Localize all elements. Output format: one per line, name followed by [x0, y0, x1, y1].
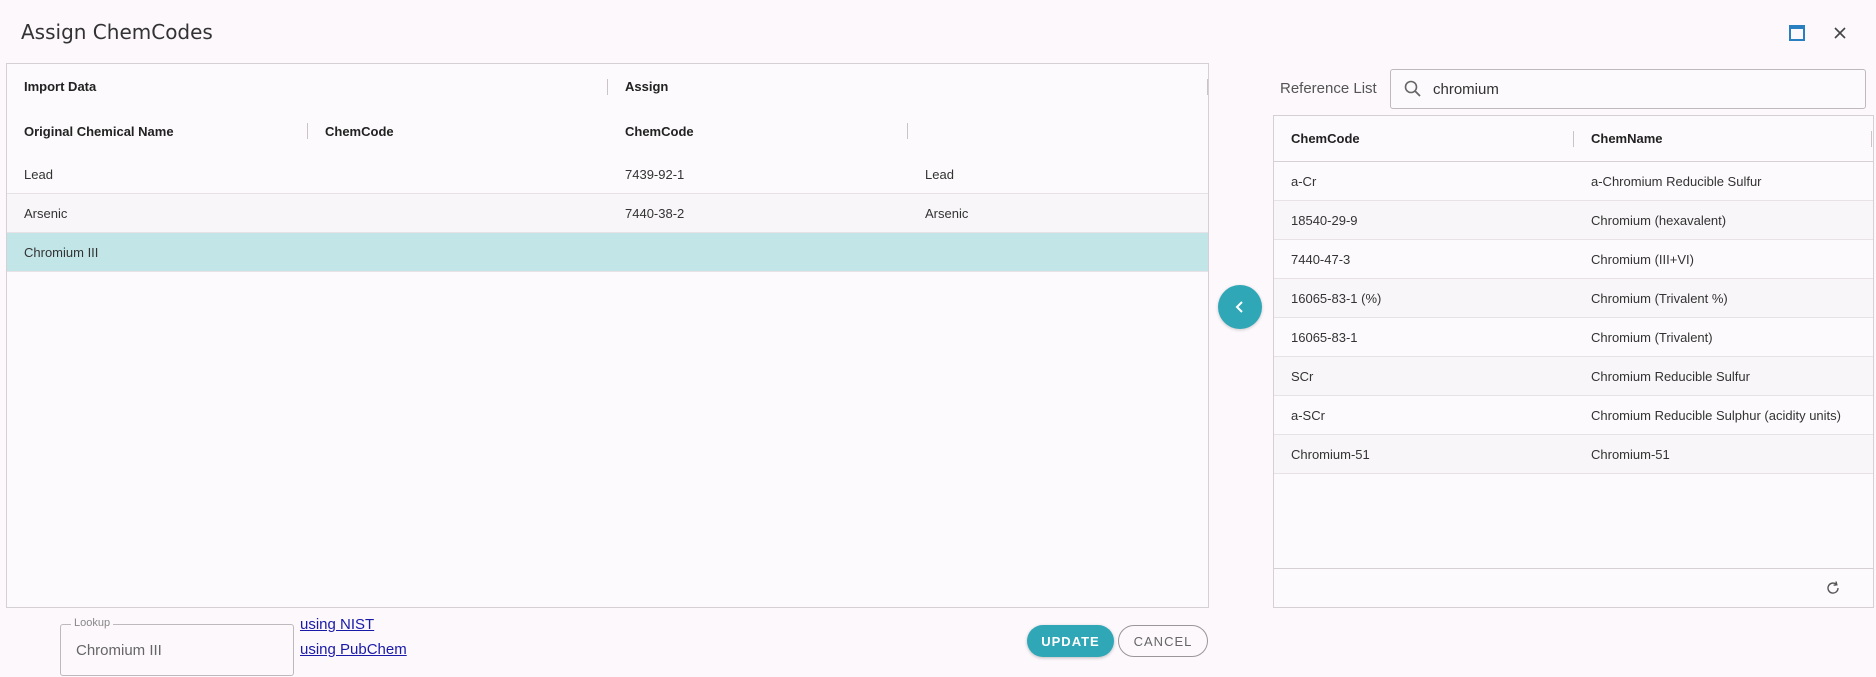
column-header-ref-chemname[interactable]: ChemName	[1574, 116, 1872, 161]
reference-search-input[interactable]	[1431, 79, 1851, 99]
group-header-row: Import Data Assign	[7, 64, 1208, 109]
search-icon	[1404, 80, 1421, 97]
ref-chemcode: SCr	[1291, 368, 1314, 384]
cell-assign-chemcode	[608, 233, 625, 271]
ref-chemname: a-Chromium Reducible Sulfur	[1591, 173, 1762, 189]
cell-import-chemcode	[308, 194, 325, 232]
list-item[interactable]: a-Cr a-Chromium Reducible Sulfur	[1274, 162, 1873, 201]
cell-original-name: Arsenic	[24, 205, 68, 221]
list-item[interactable]: 7440-47-3 Chromium (III+VI)	[1274, 240, 1873, 279]
group-header-import-data: Import Data	[24, 79, 97, 94]
cell-assign-chemcode: 7440-38-2	[625, 205, 685, 221]
table-row[interactable]: Arsenic 7440-38-2 Arsenic	[7, 194, 1208, 233]
cell-original-name: Lead	[24, 166, 53, 182]
close-icon[interactable]	[1827, 20, 1853, 46]
list-item[interactable]: a-SCr Chromium Reducible Sulphur (acidit…	[1274, 396, 1873, 435]
cell-assign-name	[908, 233, 925, 271]
refresh-icon[interactable]	[1825, 580, 1841, 596]
reference-search-field[interactable]	[1390, 69, 1866, 109]
lookup-nist-link[interactable]: using NIST	[300, 616, 374, 633]
column-separator[interactable]	[1207, 79, 1208, 95]
column-header-assign-name[interactable]	[908, 109, 1208, 154]
import-data-grid: Import Data Assign Original Chemical Nam…	[6, 63, 1209, 608]
cell-import-chemcode	[308, 155, 325, 193]
update-button[interactable]: UPDATE	[1027, 625, 1114, 657]
ref-chemcode: Chromium-51	[1291, 446, 1370, 462]
ref-chemname: Chromium (III+VI)	[1591, 251, 1694, 267]
ref-chemcode: a-Cr	[1291, 173, 1317, 189]
assign-from-reference-button[interactable]	[1218, 285, 1262, 329]
ref-chemcode: 18540-29-9	[1291, 212, 1358, 228]
cancel-button[interactable]: CANCEL	[1118, 625, 1208, 657]
lookup-input[interactable]	[74, 641, 274, 660]
table-row-selected[interactable]: Chromium III	[7, 233, 1208, 272]
cell-assign-name: Lead	[925, 166, 954, 182]
column-header-ref-chemcode[interactable]: ChemCode	[1274, 116, 1573, 161]
cell-assign-name: Arsenic	[925, 205, 969, 221]
reference-list-grid: ChemCode ChemName a-Cr a-Chromium Reduci…	[1273, 115, 1874, 608]
column-separator[interactable]	[1871, 131, 1872, 147]
list-item[interactable]: 16065-83-1 Chromium (Trivalent)	[1274, 318, 1873, 357]
ref-chemname: Chromium (Trivalent %)	[1591, 290, 1728, 306]
reference-list-label: Reference List	[1280, 80, 1377, 97]
cell-assign-chemcode: 7439-92-1	[625, 166, 685, 182]
reference-footer	[1274, 568, 1873, 607]
ref-chemname: Chromium Reducible Sulfur	[1591, 368, 1750, 384]
ref-chemcode: 16065-83-1 (%)	[1291, 290, 1382, 306]
ref-chemcode: 7440-47-3	[1291, 251, 1351, 267]
cell-original-name: Chromium III	[24, 244, 99, 260]
lookup-pubchem-link[interactable]: using PubChem	[300, 641, 407, 658]
reference-header-row: ChemCode ChemName	[1274, 116, 1873, 162]
assign-chemcodes-dialog: Assign ChemCodes Import Data Assign Orig…	[0, 0, 1876, 677]
column-header-original-chemical-name[interactable]: Original Chemical Name	[7, 109, 307, 154]
dialog-title: Assign ChemCodes	[21, 20, 213, 44]
ref-chemname: Chromium (hexavalent)	[1591, 212, 1727, 228]
lookup-label: Lookup	[71, 617, 114, 629]
cell-import-chemcode	[308, 233, 325, 271]
column-header-import-chemcode[interactable]: ChemCode	[308, 109, 608, 154]
list-item[interactable]: 18540-29-9 Chromium (hexavalent)	[1274, 201, 1873, 240]
ref-chemcode: a-SCr	[1291, 407, 1325, 423]
ref-chemname: Chromium-51	[1591, 446, 1670, 462]
lookup-field[interactable]: Lookup	[60, 617, 294, 676]
ref-chemname: Chromium (Trivalent)	[1591, 329, 1713, 345]
chevron-left-icon	[1235, 301, 1243, 313]
table-row[interactable]: Lead 7439-92-1 Lead	[7, 155, 1208, 194]
ref-chemname: Chromium Reducible Sulphur (acidity unit…	[1591, 407, 1841, 423]
group-header-assign: Assign	[625, 79, 669, 94]
column-header-assign-chemcode[interactable]: ChemCode	[608, 109, 908, 154]
list-item[interactable]: SCr Chromium Reducible Sulfur	[1274, 357, 1873, 396]
maximize-icon[interactable]	[1784, 20, 1810, 46]
ref-chemcode: 16065-83-1	[1291, 329, 1358, 345]
list-item[interactable]: 16065-83-1 (%) Chromium (Trivalent %)	[1274, 279, 1873, 318]
list-item[interactable]: Chromium-51 Chromium-51	[1274, 435, 1873, 474]
